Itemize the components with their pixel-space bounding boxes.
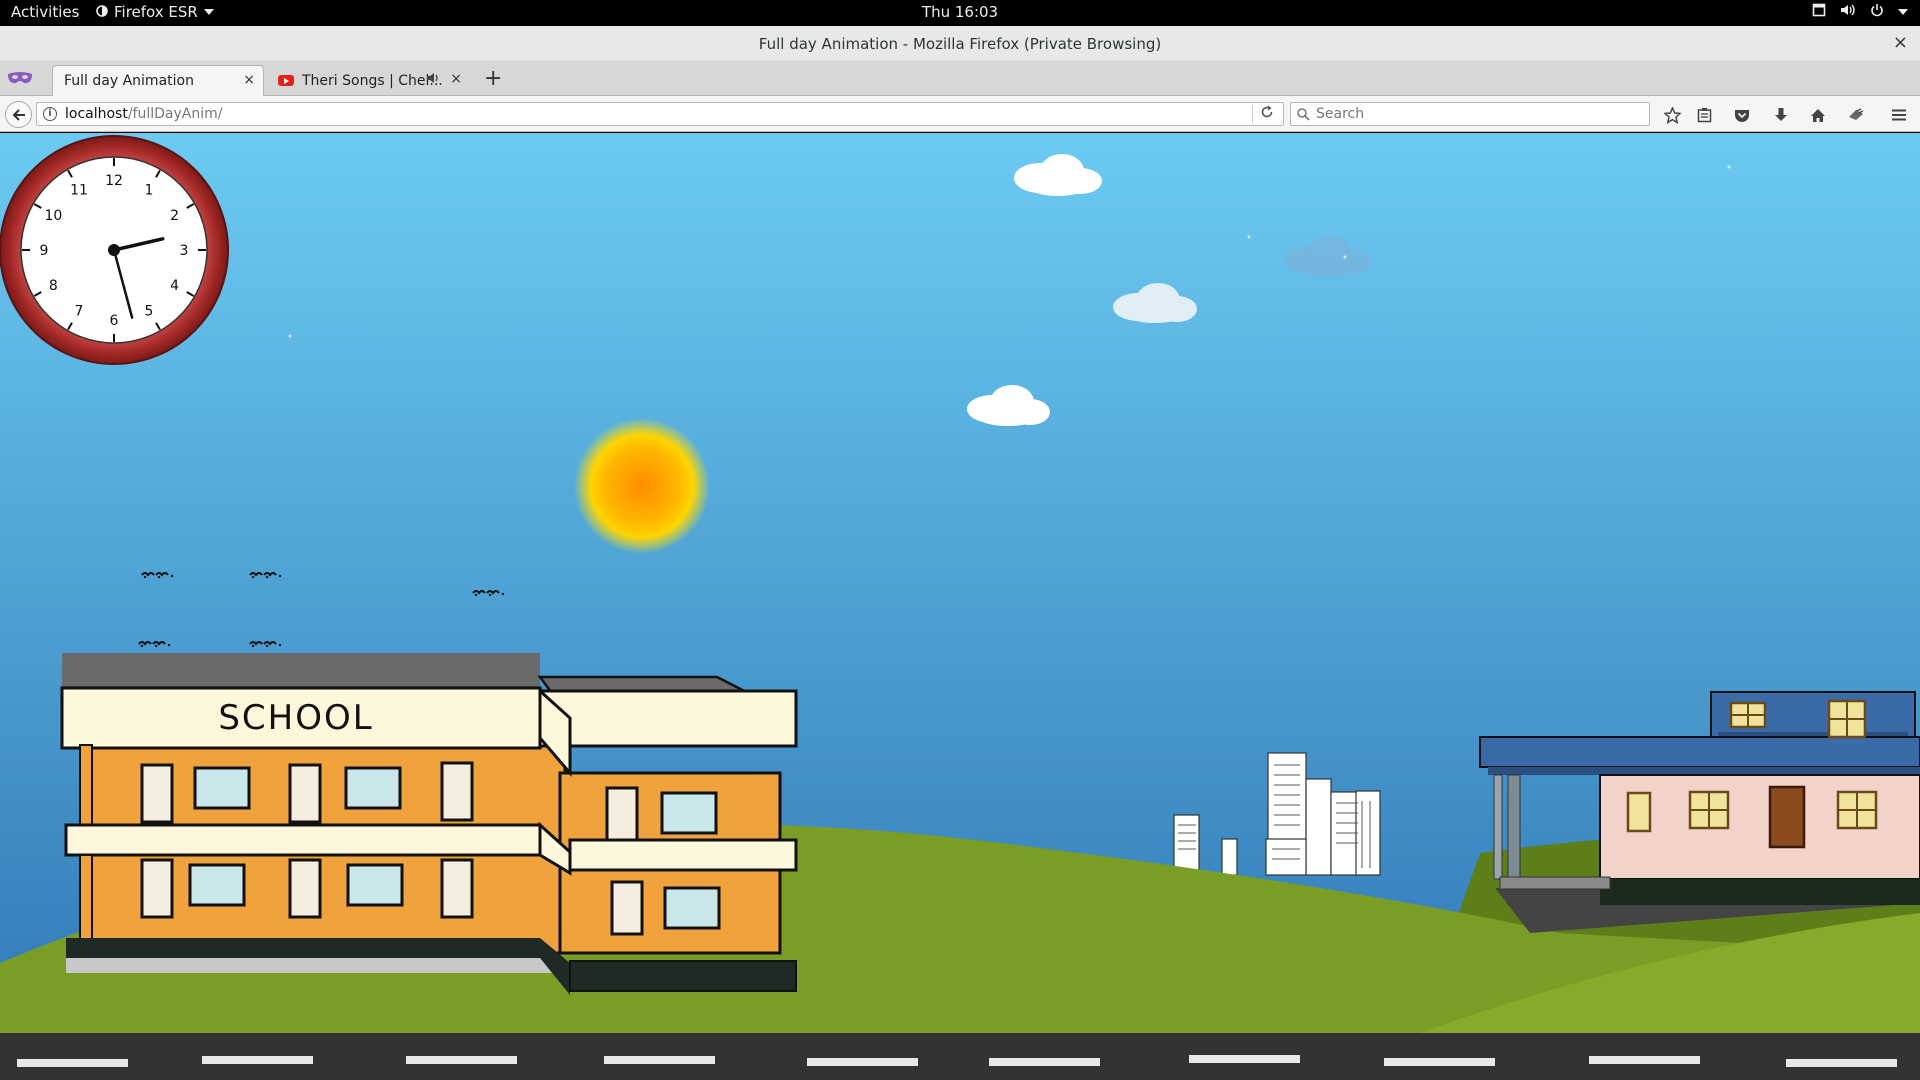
- clock-numeral: 6: [110, 313, 119, 329]
- clock-numeral: 12: [105, 173, 123, 189]
- url-path: /fullDayAnim/: [127, 106, 223, 122]
- window-icon: [1812, 3, 1826, 21]
- clock-numeral: 10: [44, 208, 62, 224]
- clock-center: [108, 244, 120, 256]
- star: [1247, 235, 1251, 239]
- school-sign: SCHOOL: [218, 698, 373, 738]
- new-tab-button[interactable]: +: [484, 66, 502, 91]
- star: [288, 334, 292, 338]
- clock-numeral: 3: [180, 243, 189, 259]
- star: [1343, 255, 1347, 259]
- school-building: SCHOOL: [60, 653, 798, 995]
- site-info-icon[interactable]: i: [43, 107, 57, 121]
- app-menu[interactable]: Firefox ESR: [96, 3, 214, 21]
- power-icon: [1870, 3, 1884, 21]
- pocket-icon[interactable]: [1731, 104, 1753, 126]
- home-icon[interactable]: [1807, 104, 1829, 126]
- tab-full-day-animation[interactable]: Full day Animation ×: [52, 65, 264, 96]
- firefox-icon: [96, 3, 108, 21]
- back-button[interactable]: [5, 101, 32, 128]
- clock-numeral: 4: [170, 278, 179, 294]
- audio-playing-icon[interactable]: [426, 72, 440, 87]
- clock-area: Thu 16:03: [0, 3, 1920, 21]
- extension-icon[interactable]: [1845, 104, 1867, 126]
- window-title: Full day Animation - Mozilla Firefox (Pr…: [758, 35, 1162, 53]
- private-browsing-mask-icon: [7, 70, 33, 86]
- clock-numeral: 8: [49, 278, 58, 294]
- chevron-down-icon: [1898, 9, 1908, 15]
- arrow-left-icon: [12, 108, 25, 121]
- chevron-down-icon: [203, 9, 214, 15]
- animation-scene: SCHOOL 12 12 3 45 6 7 8 9 10 11: [0, 133, 1920, 1080]
- tab-close-button[interactable]: ×: [450, 71, 462, 87]
- tab-label: Full day Animation: [64, 73, 194, 89]
- activities-button[interactable]: Activities: [11, 3, 79, 21]
- volume-icon: [1840, 3, 1856, 21]
- search-icon: [1297, 107, 1310, 121]
- clock-numeral: 9: [40, 243, 49, 259]
- youtube-icon: [278, 75, 294, 86]
- star: [1727, 165, 1731, 169]
- system-top-bar: Activities Firefox ESR Thu 16:03: [0, 0, 1920, 26]
- bookmark-star-icon[interactable]: [1661, 104, 1683, 126]
- url-bar-divider: [1252, 105, 1253, 123]
- page-content: SCHOOL 12 1 2 3 4 5 6 7 8 9 10 11: [0, 133, 1920, 1080]
- tab-theri-songs[interactable]: Theri Songs | Chel... ×: [270, 65, 470, 96]
- sun: [574, 418, 710, 554]
- reload-icon[interactable]: [1260, 105, 1274, 123]
- search-input[interactable]: Search: [1290, 102, 1650, 126]
- system-status-menu[interactable]: [1812, 3, 1908, 21]
- tab-close-button[interactable]: ×: [243, 72, 255, 88]
- downloads-icon[interactable]: [1770, 104, 1792, 126]
- app-menu-label: Firefox ESR: [114, 3, 198, 21]
- navigation-toolbar: i localhost/fullDayAnim/ Search: [0, 96, 1920, 132]
- window-title-bar[interactable]: Full day Animation - Mozilla Firefox (Pr…: [0, 26, 1920, 62]
- clock-numeral: 2: [170, 208, 179, 224]
- clock-button[interactable]: Thu 16:03: [922, 3, 998, 21]
- tab-strip: Full day Animation × Theri Songs | Chel.…: [0, 62, 1920, 96]
- clock-numeral: 7: [75, 304, 84, 320]
- tab-label: Theri Songs | Chel...: [302, 72, 443, 89]
- url-host: localhost: [65, 106, 128, 122]
- clock-numeral: 5: [145, 304, 154, 320]
- url-bar[interactable]: i localhost/fullDayAnim/: [36, 102, 1284, 126]
- clock-numeral: 11: [70, 182, 88, 198]
- clock-numeral: 1: [145, 182, 154, 198]
- analog-clock: 12 12 3 45 6 7 8 9 10 11: [0, 135, 229, 365]
- reader-list-icon[interactable]: [1693, 104, 1715, 126]
- menu-icon[interactable]: [1888, 104, 1910, 126]
- window-close-button[interactable]: ×: [1893, 32, 1908, 53]
- search-placeholder: Search: [1316, 106, 1365, 122]
